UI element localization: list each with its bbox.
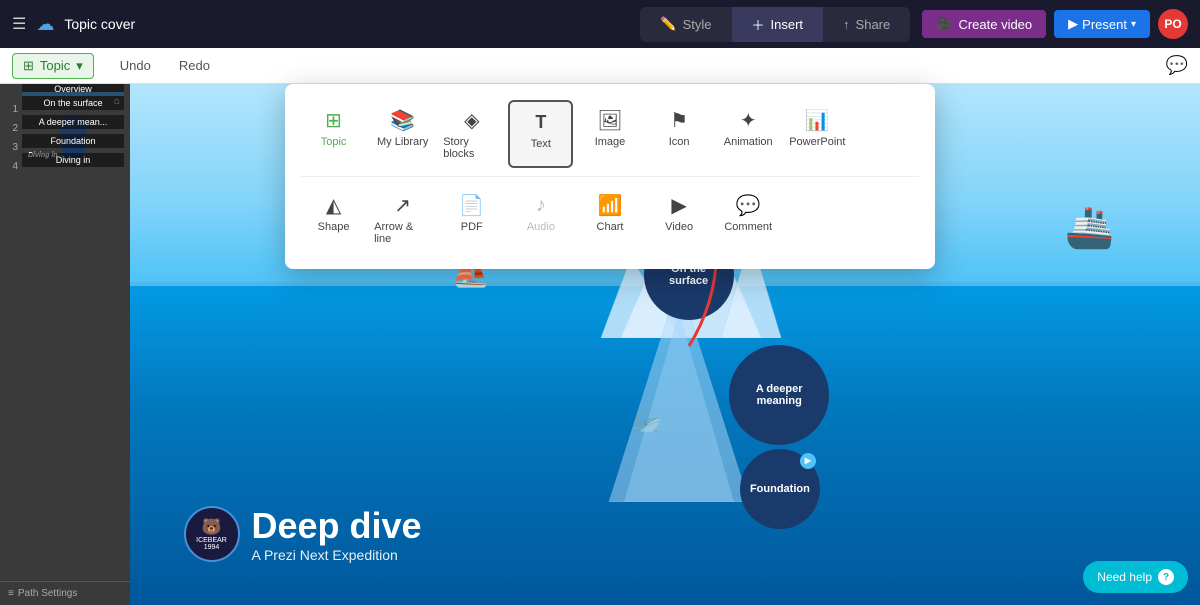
topic-toggle[interactable]: ⊞ Topic ▾ xyxy=(12,53,94,79)
pdf-icon: 📄 xyxy=(460,193,484,217)
undo-button[interactable]: Undo xyxy=(106,52,165,79)
insert-text[interactable]: T Text xyxy=(508,100,573,168)
shape-icon: ◭ xyxy=(322,193,346,217)
play-icon: ▶ xyxy=(1068,16,1078,32)
text-insert-icon: T xyxy=(529,110,553,134)
insert-icon[interactable]: ⚑ Icon xyxy=(647,100,712,168)
insert-comment[interactable]: 💬 Comment xyxy=(716,185,781,253)
circle-deeper-meaning[interactable]: A deeper meaning xyxy=(729,345,829,445)
topbar-left: ☰ ☁ Topic cover xyxy=(12,14,628,35)
foundation-play-icon: ▶ xyxy=(800,453,816,469)
arrow-icon: ↗ xyxy=(391,193,415,217)
slide-num-1: 1 xyxy=(6,104,18,115)
tab-style[interactable]: ✏️ Style xyxy=(640,8,731,40)
cloud-icon: ☁ xyxy=(36,14,54,35)
insert-powerpoint[interactable]: 📊 PowerPoint xyxy=(785,100,850,168)
create-video-button[interactable]: 🎥 Create video xyxy=(922,10,1046,38)
insert-divider xyxy=(301,176,919,177)
topbar-right: 🎥 Create video ▶ Present ▾ PO xyxy=(922,9,1188,39)
style-icon: ✏️ xyxy=(660,16,676,32)
audio-icon: ♪ xyxy=(529,193,553,217)
tab-share[interactable]: ↑ Share xyxy=(823,9,910,40)
doc-title: Topic cover xyxy=(64,16,135,32)
hamburger-icon[interactable]: ☰ xyxy=(12,14,26,34)
slide-num-3: 3 xyxy=(6,142,18,153)
slide-label-4: Diving in xyxy=(22,153,124,167)
insert-image[interactable]: 🖼 Image xyxy=(577,100,642,168)
slide-row-4: 4 Diving in Diving in xyxy=(6,161,124,172)
insert-dropdown: ⊞ Topic 📚 My Library ◈ Story blocks T Te… xyxy=(285,84,935,269)
slide-label-1: On the surface xyxy=(22,96,124,110)
tab-insert[interactable]: ＋ Insert xyxy=(732,7,824,42)
logo-circle: 🐻 ICEBEAR 1994 xyxy=(184,506,240,562)
slide-num-4: 4 xyxy=(6,161,18,172)
insert-video[interactable]: ▶ Video xyxy=(647,185,712,253)
tab-bar: ✏️ Style ＋ Insert ↑ Share xyxy=(640,7,910,42)
chart-icon: 📶 xyxy=(598,193,622,217)
flag-icon: ⚑ xyxy=(667,108,691,132)
slide-panel: ⌂ Overview 1 On the surface 2 xyxy=(0,84,130,605)
slide-label-3: Foundation xyxy=(22,134,124,148)
insert-arrow-line[interactable]: ↗ Arrow & line xyxy=(370,185,435,253)
library-icon: 📚 xyxy=(391,108,415,132)
present-button[interactable]: ▶ Present ▾ xyxy=(1054,10,1150,38)
logo-name: ICEBEAR xyxy=(196,537,227,544)
insert-chart[interactable]: 📶 Chart xyxy=(577,185,642,253)
share-icon: ↑ xyxy=(843,17,850,32)
cargo-ship: 🚢 xyxy=(1065,204,1115,251)
avatar: PO xyxy=(1158,9,1188,39)
slide-row-1: 1 On the surface xyxy=(6,104,124,115)
topic-icon: ⊞ xyxy=(23,58,34,74)
topic-insert-icon: ⊞ xyxy=(322,108,346,132)
help-icon: ? xyxy=(1158,569,1174,585)
slide-num-2: 2 xyxy=(6,123,18,134)
insert-animation[interactable]: ✦ Animation xyxy=(716,100,781,168)
insert-topic[interactable]: ⊞ Topic xyxy=(301,100,366,168)
redo-button[interactable]: Redo xyxy=(165,52,224,79)
comment-icon: 💬 xyxy=(736,193,760,217)
video-camera-icon: 🎥 xyxy=(936,16,952,32)
slide-label-overview: Overview xyxy=(22,84,124,96)
topbar: ☰ ☁ Topic cover ✏️ Style ＋ Insert ↑ Shar… xyxy=(0,0,1200,48)
insert-my-library[interactable]: 📚 My Library xyxy=(370,100,435,168)
whale: 🐋 xyxy=(633,407,663,436)
insert-grid: ⊞ Topic 📚 My Library ◈ Story blocks T Te… xyxy=(301,100,919,253)
insert-pdf[interactable]: 📄 PDF xyxy=(439,185,504,253)
insert-story-blocks[interactable]: ◈ Story blocks xyxy=(439,100,504,168)
deep-dive-title: Deep dive A Prezi Next Expedition xyxy=(252,505,422,563)
video-icon: ▶ xyxy=(667,193,691,217)
circle-foundation[interactable]: Foundation ▶ xyxy=(740,449,820,529)
story-blocks-icon: ◈ xyxy=(460,108,484,132)
image-icon: 🖼 xyxy=(598,108,622,132)
powerpoint-icon: 📊 xyxy=(805,108,829,132)
path-settings[interactable]: ≡ Path Settings xyxy=(0,581,130,605)
slide-row-3: 3 Foundation ▶ xyxy=(6,142,124,153)
chevron-down-icon: ▾ xyxy=(1131,19,1136,30)
insert-shape[interactable]: ◭ Shape xyxy=(301,185,366,253)
need-help-button[interactable]: Need help ? xyxy=(1083,561,1188,593)
slide-label-2: A deeper mean... xyxy=(22,115,124,129)
insert-audio[interactable]: ♪ Audio xyxy=(508,185,573,253)
dropdown-arrow-icon: ▾ xyxy=(76,58,83,74)
secondary-toolbar: ⊞ Topic ▾ Undo Redo 💬 xyxy=(0,48,1200,84)
insert-icon: ＋ xyxy=(752,15,765,34)
path-icon: ≡ xyxy=(8,588,14,599)
logo-year: 1994 xyxy=(204,544,220,551)
slide-row-2: 2 A deeper mean... xyxy=(6,123,124,134)
animation-icon: ✦ xyxy=(736,108,760,132)
chat-icon[interactable]: 💬 xyxy=(1166,55,1188,76)
deep-dive-logo-area: 🐻 ICEBEAR 1994 Deep dive A Prezi Next Ex… xyxy=(184,505,422,563)
bear-icon: 🐻 xyxy=(202,517,222,537)
